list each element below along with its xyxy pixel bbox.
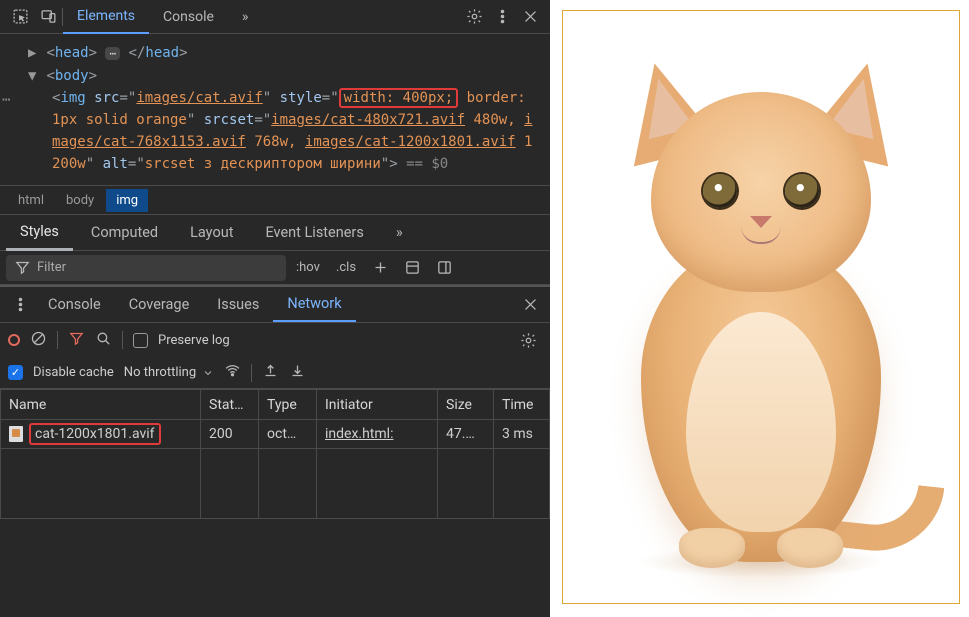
download-icon[interactable] xyxy=(289,362,306,383)
styles-filter-row: Filter :hov .cls xyxy=(0,251,550,285)
crumb-body[interactable]: body xyxy=(56,189,104,212)
tab-computed[interactable]: Computed xyxy=(77,216,172,249)
styles-tabs-overflow[interactable]: » xyxy=(382,216,417,249)
tab-styles[interactable]: Styles xyxy=(6,215,73,251)
col-size[interactable]: Size xyxy=(438,390,494,420)
throttling-select[interactable]: No throttling xyxy=(124,365,214,380)
network-controls-row: Preserve log xyxy=(0,323,550,357)
col-type[interactable]: Type xyxy=(259,390,317,420)
drawer-panel: Console Coverage Issues Network Preserve… xyxy=(0,285,550,519)
dollar-zero: == $0 xyxy=(406,156,448,172)
close-icon[interactable] xyxy=(516,3,544,31)
selected-img-node[interactable]: <img src="images/cat.avif" style="width:… xyxy=(18,87,540,175)
col-status[interactable]: Stat… xyxy=(201,390,259,420)
drawer-kebab-icon[interactable] xyxy=(6,291,34,319)
tab-elements[interactable]: Elements xyxy=(63,0,149,34)
tabs-overflow[interactable]: » xyxy=(228,1,263,33)
dom-tree[interactable]: ▶ <head> ⋯ </head> ▼ <body> ⋯ <img src="… xyxy=(0,34,550,185)
tab-layout[interactable]: Layout xyxy=(176,216,247,249)
styles-tabbar: Styles Computed Layout Event Listeners » xyxy=(0,215,550,251)
crumb-img[interactable]: img xyxy=(106,189,148,212)
cat-image xyxy=(591,42,931,572)
devtools-topbar: Elements Console » xyxy=(0,0,550,34)
crumb-html[interactable]: html xyxy=(8,189,54,212)
drawer-tab-coverage[interactable]: Coverage xyxy=(115,288,204,321)
disable-cache-label: Disable cache xyxy=(33,365,114,380)
network-table[interactable]: Name Stat… Type Initiator Size Time cat-… xyxy=(0,389,550,519)
new-style-rule-icon[interactable] xyxy=(366,254,394,282)
drawer-tab-issues[interactable]: Issues xyxy=(203,288,273,321)
chevron-down-icon xyxy=(202,367,214,379)
page-preview xyxy=(562,10,960,604)
clear-icon[interactable] xyxy=(30,330,47,351)
file-icon xyxy=(9,426,23,442)
col-name[interactable]: Name xyxy=(1,390,201,420)
hov-toggle[interactable]: :hov xyxy=(290,260,326,275)
tab-console[interactable]: Console xyxy=(149,1,228,33)
drawer-tab-network[interactable]: Network xyxy=(273,287,355,322)
width-highlight: width: 400px; xyxy=(339,88,459,108)
cls-toggle[interactable]: .cls xyxy=(330,260,362,275)
filter-icon[interactable] xyxy=(68,330,85,351)
inspect-icon[interactable] xyxy=(6,3,34,31)
drawer-close-icon[interactable] xyxy=(516,291,544,319)
wifi-icon[interactable] xyxy=(224,362,241,383)
toggle-pane-icon[interactable] xyxy=(430,254,458,282)
search-icon[interactable] xyxy=(95,330,112,351)
col-time[interactable]: Time xyxy=(494,390,550,420)
collapsed-node[interactable]: ⋯ xyxy=(105,47,120,60)
tab-event-listeners[interactable]: Event Listeners xyxy=(251,216,377,249)
devtools-panel: Elements Console » ▶ <head> ⋯ </head> ▼ … xyxy=(0,0,550,617)
col-initiator[interactable]: Initiator xyxy=(317,390,438,420)
breadcrumb: html body img xyxy=(0,185,550,215)
kebab-icon[interactable] xyxy=(488,3,516,31)
network-gear-icon[interactable] xyxy=(514,326,542,354)
preserve-log-checkbox[interactable] xyxy=(133,333,148,348)
upload-icon[interactable] xyxy=(262,362,279,383)
table-row[interactable]: cat-1200x1801.avif 200 oct… index.html: … xyxy=(1,420,550,449)
computed-sidebar-icon[interactable] xyxy=(398,254,426,282)
gear-icon[interactable] xyxy=(460,3,488,31)
funnel-icon xyxy=(14,259,31,276)
disable-cache-checkbox[interactable]: ✓ xyxy=(8,365,23,380)
styles-filter-input[interactable]: Filter xyxy=(6,255,286,281)
record-button[interactable] xyxy=(8,334,20,346)
device-toggle-icon[interactable] xyxy=(34,3,62,31)
filename-highlight: cat-1200x1801.avif xyxy=(29,423,161,445)
drawer-tab-console[interactable]: Console xyxy=(34,288,115,321)
preserve-log-label: Preserve log xyxy=(158,333,230,348)
